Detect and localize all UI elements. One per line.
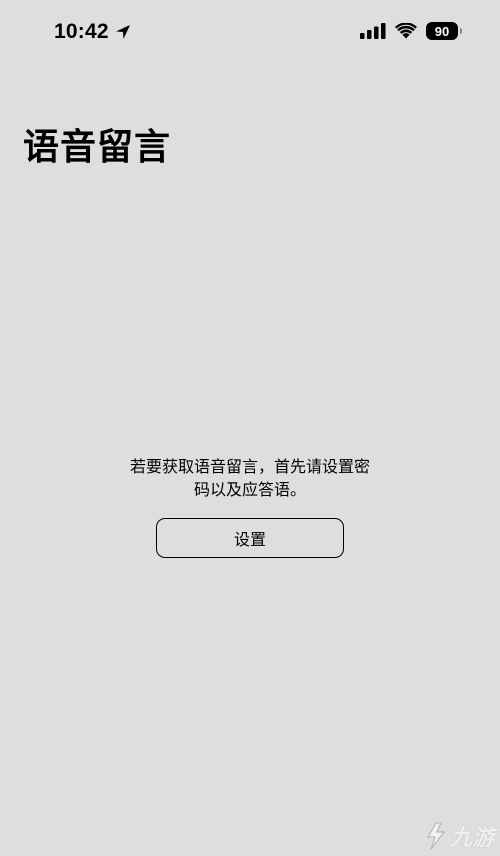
battery-level: 90 — [434, 23, 450, 39]
watermark-text: 九游 — [449, 826, 494, 851]
location-arrow-icon — [115, 25, 130, 39]
watermark-logo-icon — [427, 822, 445, 850]
empty-state: 若要获取语音留言，首先请设置密码以及应答语。 设置 — [0, 455, 500, 558]
wifi-icon — [395, 23, 417, 39]
setup-prompt-message: 若要获取语音留言，首先请设置密码以及应答语。 — [129, 457, 370, 499]
status-icons: 90 — [360, 22, 462, 40]
status-bar: 10:42 90 — [0, 0, 500, 70]
setup-button[interactable]: 设置 — [156, 518, 344, 558]
watermark: 九游 — [422, 820, 494, 852]
time-group: 10:42 — [54, 20, 131, 44]
battery-cap — [460, 28, 462, 34]
page-title: 语音留言 — [23, 127, 172, 168]
cellular-signal-icon — [360, 23, 386, 39]
status-time: 10:42 — [54, 20, 109, 43]
battery-icon: 90 — [426, 22, 462, 40]
